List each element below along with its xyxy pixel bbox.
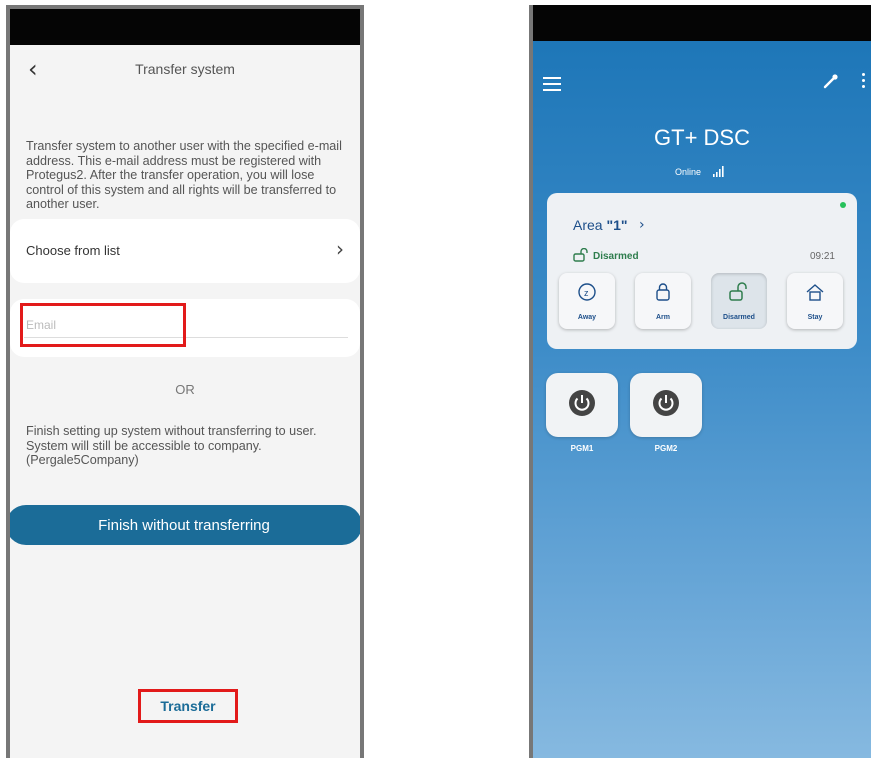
system-dashboard-screen: GT+ DSC Online Area "1" › Disarmed 09:21… [529, 5, 871, 758]
finish-description: Finish setting up system without transfe… [26, 424, 317, 468]
area-title[interactable]: Area "1" [573, 217, 628, 233]
svg-text:z: z [584, 288, 589, 298]
email-highlight-box [20, 303, 186, 347]
choose-from-list-label: Choose from list [26, 243, 120, 258]
system-title: GT+ DSC [654, 125, 750, 150]
stay-label: Stay [807, 314, 823, 321]
disarmed-label: Disarmed [723, 314, 755, 321]
pgm1-button[interactable] [546, 373, 618, 437]
wrench-icon[interactable] [823, 73, 839, 89]
power-icon [568, 389, 596, 420]
chevron-right-icon: › [336, 237, 344, 261]
email-card [10, 299, 360, 357]
finish-without-transferring-button[interactable]: Finish without transferring [10, 505, 360, 545]
choose-from-list-row[interactable]: Choose from list › [10, 219, 360, 283]
or-divider: OR [175, 382, 195, 397]
unlock-icon [711, 281, 767, 306]
area-title-prefix: Area [573, 217, 607, 233]
area-card: Area "1" › Disarmed 09:21 z Away Arm Dis… [547, 193, 857, 349]
away-label: Away [577, 314, 597, 321]
transfer-description: Transfer system to another user with the… [26, 139, 342, 212]
transfer-system-screen: ‹ Transfer system Transfer system to ano… [6, 5, 364, 758]
stay-button[interactable]: Stay [787, 273, 843, 329]
nav-bar: ‹ Transfer system [10, 45, 360, 101]
online-indicator-dot [840, 202, 846, 208]
status-bar [10, 9, 360, 45]
signal-icon [713, 166, 724, 177]
pgm2-button[interactable] [630, 373, 702, 437]
more-options-icon[interactable] [862, 73, 866, 91]
arm-label: Arm [655, 314, 670, 321]
unlock-icon [573, 248, 588, 262]
area-number: "1" [606, 217, 628, 233]
away-icon: z [559, 281, 615, 306]
area-status-label: Disarmed [593, 251, 639, 262]
arm-button[interactable]: Arm [635, 273, 691, 329]
area-time: 09:21 [809, 251, 835, 262]
chevron-right-icon[interactable]: › [639, 217, 645, 233]
away-button[interactable]: z Away [559, 273, 615, 329]
pgm1-label: PGM1 [570, 444, 594, 453]
connection-status: Online [675, 167, 702, 177]
power-icon [652, 389, 680, 420]
transfer-button[interactable]: Transfer [138, 689, 238, 723]
lock-icon [635, 281, 691, 306]
home-icon [787, 281, 843, 306]
pgm2-label: PGM2 [654, 444, 678, 453]
disarmed-button[interactable]: Disarmed [711, 273, 767, 329]
page-title: Transfer system [135, 61, 235, 77]
hamburger-menu-icon[interactable] [543, 77, 561, 95]
status-bar [533, 5, 871, 41]
